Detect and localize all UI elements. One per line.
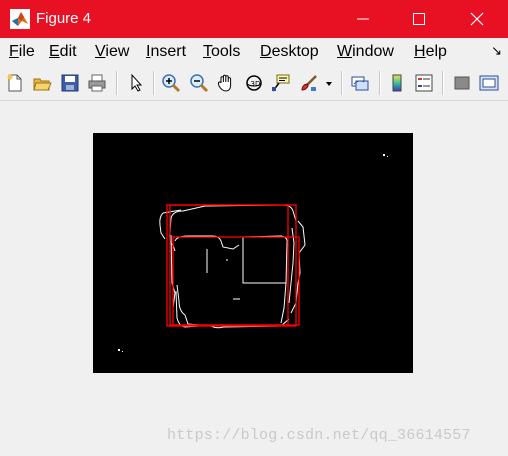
edit-plot-pointer-icon[interactable] [126,73,146,93]
maximize-icon [413,13,425,25]
menu-help[interactable]: Help [414,43,447,61]
close-icon [470,12,484,26]
menu-file[interactable]: File [9,43,35,61]
dock-arrow-icon[interactable]: ↘ [491,43,502,59]
close-button[interactable] [454,0,500,38]
menu-tools[interactable]: Tools [203,43,240,61]
toolbar-separator [153,71,155,95]
toolbar-separator [116,71,118,95]
save-icon[interactable] [60,73,80,93]
pan-hand-icon[interactable] [216,73,236,93]
edge-image [118,154,388,352]
link-plot-icon[interactable] [350,73,370,93]
brush-dropdown-icon[interactable] [324,73,334,93]
zoom-in-icon[interactable] [161,73,181,93]
maximize-button[interactable] [396,0,442,38]
menu-edit[interactable]: Edit [49,43,77,61]
menu-window[interactable]: Window [337,43,394,61]
data-cursor-icon[interactable] [271,73,291,93]
watermark-text: https://blog.csdn.net/qq_36614557 [167,427,471,444]
hide-plot-tools-icon[interactable] [452,73,472,93]
menu-insert[interactable]: Insert [146,43,186,61]
image-axes[interactable] [93,133,413,373]
title-bar: Figure 4 [0,0,508,38]
toolbar-separator [379,71,381,95]
matlab-logo-icon[interactable] [10,9,30,29]
figure-toolbar: 3D [0,66,508,101]
toolbar-separator [341,71,343,95]
window-title: Figure 4 [36,10,92,27]
open-file-icon[interactable] [32,73,52,93]
show-plot-tools-icon[interactable] [479,73,499,93]
minimize-icon [357,18,369,20]
insert-colorbar-icon[interactable] [387,73,407,93]
menu-bar: File Edit View Insert Tools Desktop Wind… [0,38,508,66]
brush-icon[interactable] [299,73,319,93]
svg-text:3D: 3D [251,80,261,88]
menu-view[interactable]: View [95,43,129,61]
zoom-out-icon[interactable] [189,73,209,93]
toolbar-separator [442,71,444,95]
new-figure-icon[interactable] [5,73,25,93]
minimize-button[interactable] [340,0,386,38]
rotate-3d-icon[interactable]: 3D [244,73,264,93]
insert-legend-icon[interactable] [414,73,434,93]
menu-desktop[interactable]: Desktop [260,43,319,61]
print-icon[interactable] [87,73,107,93]
